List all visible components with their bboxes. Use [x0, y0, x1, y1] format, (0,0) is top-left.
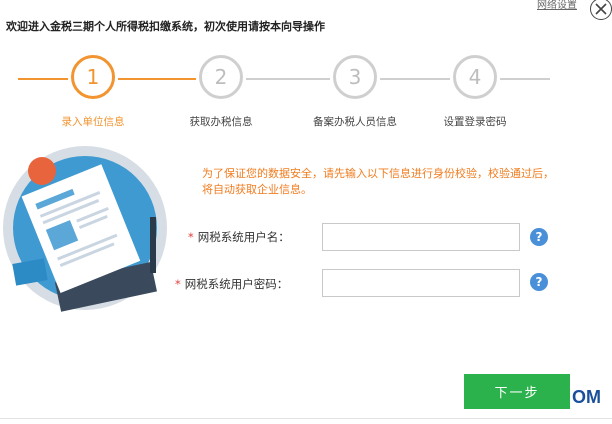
- step-1-circle: 1: [71, 55, 115, 99]
- close-icon: [595, 3, 607, 15]
- password-input[interactable]: [322, 269, 520, 297]
- username-label-text: 网税系统用户名：: [197, 230, 290, 244]
- username-help-icon[interactable]: ?: [530, 228, 548, 246]
- bottom-divider: [0, 418, 612, 419]
- username-label: * 网税系统用户名：: [188, 229, 290, 245]
- next-button[interactable]: 下一步: [464, 374, 570, 409]
- step-track-active: [18, 78, 68, 80]
- required-mark: *: [175, 277, 181, 291]
- password-label-text: 网税系统用户密码：: [184, 277, 289, 291]
- step-2-circle: 2: [199, 55, 243, 99]
- username-input[interactable]: [322, 223, 520, 251]
- header-title: 欢迎进入金税三期个人所得税扣缴系统，初次使用请按本向导操作: [6, 20, 325, 33]
- step-track: [500, 78, 550, 80]
- step-1-label: 录入单位信息: [61, 116, 125, 128]
- document-illustration: [3, 146, 167, 312]
- step-4-label: 设置登录密码: [443, 116, 507, 128]
- watermark: OM: [572, 387, 601, 407]
- password-help-icon[interactable]: ?: [530, 273, 548, 291]
- network-settings-link[interactable]: 网络设置: [537, 0, 577, 11]
- step-3-circle: 3: [333, 55, 377, 99]
- step-2-label: 获取办税信息: [189, 116, 253, 128]
- security-notice: 为了保证您的数据安全，请先输入以下信息进行身份校验，校验通过后，将自动获取企业信…: [202, 167, 554, 196]
- step-track-active: [118, 78, 196, 80]
- password-label: * 网税系统用户密码：: [175, 276, 288, 292]
- step-track: [246, 78, 330, 80]
- close-button[interactable]: [590, 0, 612, 20]
- step-track: [380, 78, 450, 80]
- required-mark: *: [188, 230, 194, 244]
- step-4-circle: 4: [453, 55, 497, 99]
- step-3-label: 备案办税人员信息: [313, 116, 397, 128]
